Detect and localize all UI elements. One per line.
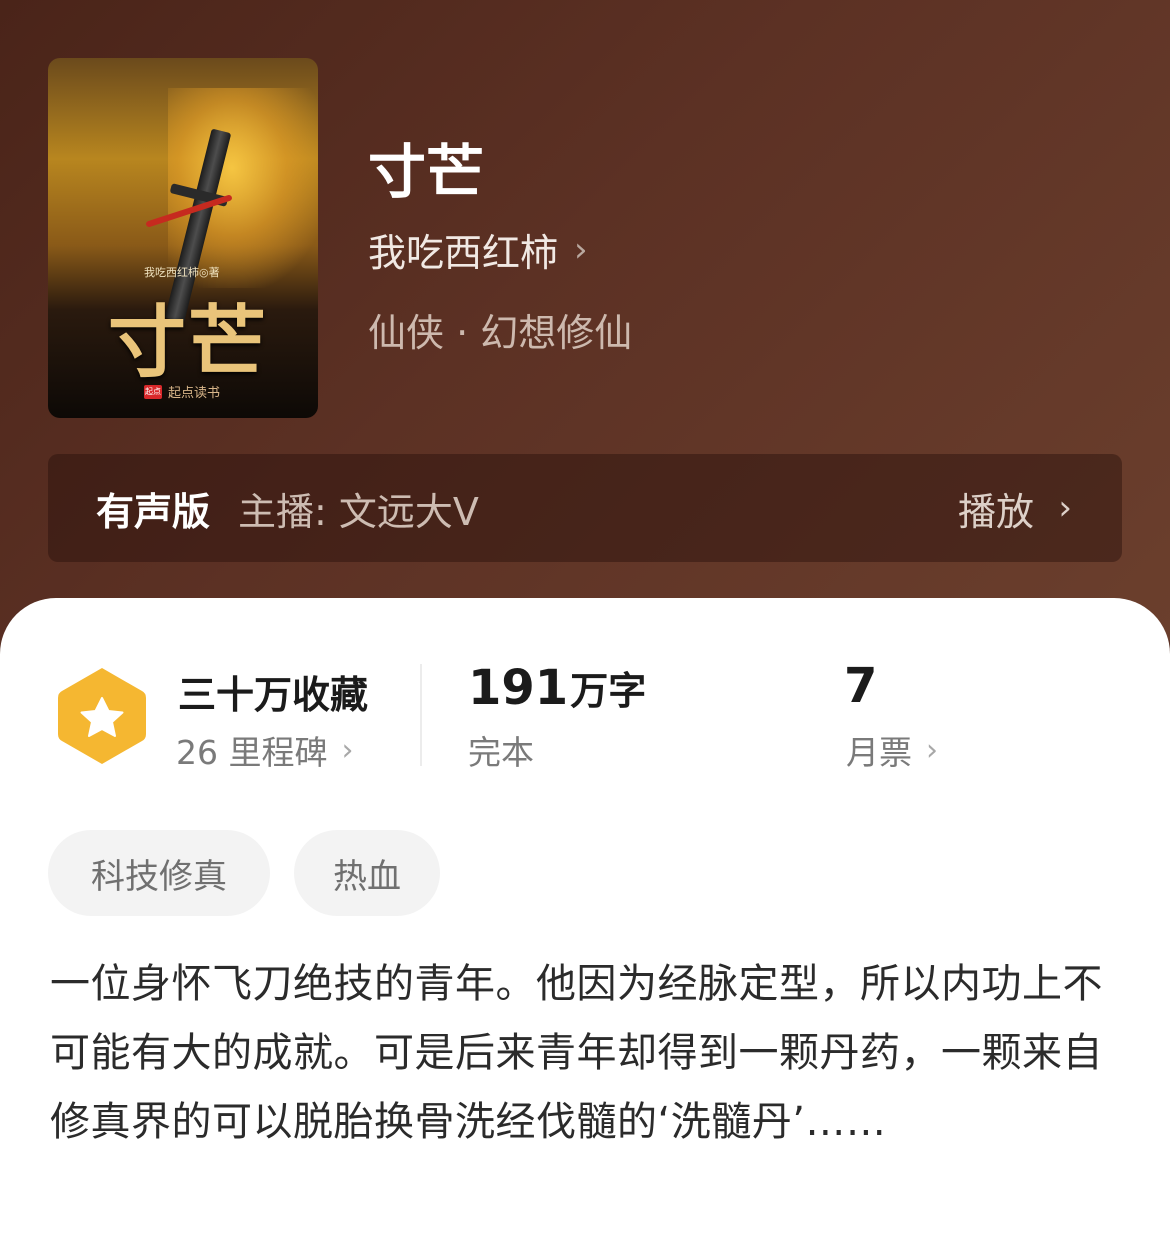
stats-divider [420, 664, 422, 766]
book-description[interactable]: 一位身怀飞刀绝技的青年。他因为经脉定型，所以内功上不可能有大的成就。可是后来青年… [50, 950, 1124, 1157]
word-count-unit: 万字 [570, 669, 647, 713]
publisher-logo-icon: 起点 [144, 384, 162, 399]
monthly-votes-label: 月票 [846, 733, 912, 772]
book-cover[interactable]: 我吃西红柿◎著 寸芒 起点 起点读书 [48, 58, 318, 418]
chevron-right-icon: › [926, 732, 938, 768]
chevron-right-icon: › [574, 229, 588, 270]
collections-count: 三十万收藏 [178, 673, 369, 717]
audio-host: 主播: 文远大V [238, 489, 479, 534]
monthly-votes-count: 7 [844, 658, 878, 714]
word-count-number: 191 [468, 660, 569, 716]
tag-chip[interactable]: 科技修真 [48, 830, 270, 916]
play-button[interactable]: 播放 [958, 481, 1034, 536]
publisher-name: 起点读书 [168, 386, 221, 401]
book-title: 寸芒 [368, 138, 485, 206]
audio-version-bar[interactable]: 有声版 主播: 文远大V 播放 › [48, 454, 1122, 562]
book-genre: 仙侠 · 幻想修仙 [368, 311, 633, 355]
chevron-right-icon: › [1058, 488, 1072, 528]
author-link[interactable]: 我吃西红柿 › [368, 222, 588, 277]
cover-author: 我吃西红柿◎著 [144, 266, 220, 279]
audio-label: 有声版 [96, 489, 211, 534]
milestones-link[interactable]: 26 里程碑 › [176, 726, 353, 774]
book-info-card: 三十万收藏 26 里程碑 › 191 万字 完本 7 月票 › 科技修真 热血 … [0, 598, 1170, 1242]
cover-title: 寸芒 [107, 297, 268, 388]
monthly-votes-link[interactable]: 月票 › [846, 726, 938, 774]
milestones-label: 26 里程碑 [176, 733, 328, 772]
book-status: 完本 [468, 733, 534, 772]
star-hexagon-icon [58, 668, 146, 764]
word-count: 191 万字 [468, 660, 646, 716]
chevron-right-icon: › [341, 732, 354, 768]
cover-publisher: 起点 起点读书 [144, 382, 220, 401]
author-name: 我吃西红柿 [368, 231, 559, 275]
tag-chip[interactable]: 热血 [294, 830, 440, 916]
book-header: 我吃西红柿◎著 寸芒 起点 起点读书 寸芒 我吃西红柿 › 仙侠 · 幻想修仙 … [0, 0, 1170, 640]
